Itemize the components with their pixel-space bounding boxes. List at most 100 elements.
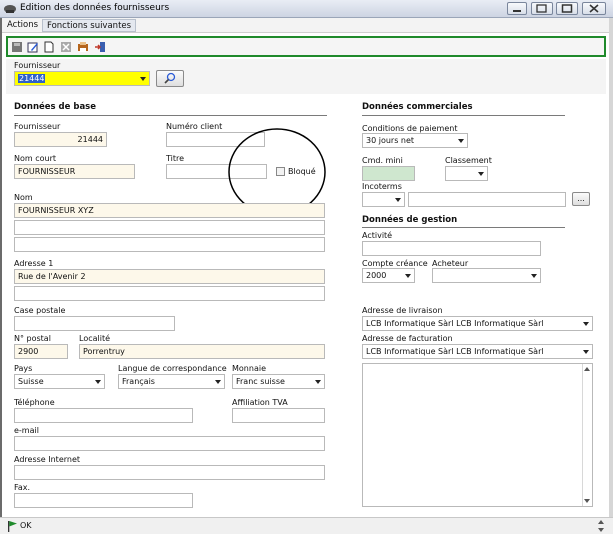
adresse2-field[interactable] [14, 286, 325, 301]
status-bar: OK [0, 517, 613, 534]
monnaie-value: Franc suisse [236, 377, 285, 386]
acheteur-label: Acheteur [432, 259, 469, 268]
save-icon[interactable] [11, 41, 23, 53]
cmd-mini-label: Cmd. mini [362, 156, 403, 165]
facturation-label: Adresse de facturation [362, 334, 453, 343]
tva-field[interactable] [232, 408, 325, 423]
classement-label: Classement [445, 156, 492, 165]
supplier-search-button[interactable] [156, 70, 184, 87]
telephone-field[interactable] [14, 408, 193, 423]
activite-label: Activité [362, 231, 393, 240]
chevron-down-icon [405, 274, 411, 278]
monnaie-label: Monnaie [232, 364, 266, 373]
fax-label: Fax. [14, 483, 31, 492]
supplier-selector-combo[interactable]: 21444 [14, 71, 150, 86]
chevron-down-icon [531, 274, 537, 278]
menu-bar: Actions Fonctions suivantes [0, 18, 613, 33]
monnaie-combo[interactable]: Franc suisse [232, 374, 325, 389]
menu-fonctions-suivantes[interactable]: Fonctions suivantes [42, 19, 137, 32]
delete-icon[interactable] [60, 41, 72, 53]
close-icon [589, 4, 599, 13]
telephone-label: Téléphone [14, 398, 55, 407]
classement-combo[interactable] [445, 166, 488, 181]
spin-down-icon[interactable] [598, 528, 604, 532]
minimize-button[interactable] [507, 2, 527, 15]
acheteur-combo[interactable] [432, 268, 541, 283]
livraison-combo[interactable]: LCB Informatique Sàrl LCB Informatique S… [362, 316, 593, 331]
close-button[interactable] [582, 2, 606, 15]
conditions-combo[interactable]: 30 jours net [362, 133, 468, 148]
langue-value: Français [122, 377, 155, 386]
window-title: Edition des données fournisseurs [20, 3, 170, 13]
notes-textarea[interactable] [362, 363, 593, 507]
chevron-down-icon [583, 322, 589, 326]
compte-creance-value: 2000 [366, 271, 387, 280]
restore-icon [536, 4, 547, 13]
pays-combo[interactable]: Suisse [14, 374, 105, 389]
section-title-donnees-commerciales: Données commerciales [362, 102, 473, 112]
numero-client-label: Numéro client [166, 122, 223, 131]
compte-creance-label: Compte créance [362, 259, 428, 268]
localite-field[interactable]: Porrentruy [79, 344, 325, 359]
status-text: OK [20, 521, 32, 530]
print-icon[interactable] [77, 41, 89, 53]
fax-field[interactable] [14, 493, 193, 508]
status-spinner[interactable] [596, 519, 606, 533]
pays-value: Suisse [18, 377, 44, 386]
incoterms-browse-button[interactable]: ... [572, 192, 590, 206]
supplier-selector-label: Fournisseur [14, 61, 61, 70]
activite-field[interactable] [362, 241, 541, 256]
compte-creance-combo[interactable]: 2000 [362, 268, 415, 283]
search-icon [164, 72, 176, 84]
restore-button[interactable] [531, 2, 553, 15]
nom-court-field[interactable]: FOURNISSEUR [14, 164, 135, 179]
section-divider [14, 115, 327, 116]
nom-field-2[interactable] [14, 220, 325, 235]
internet-field[interactable] [14, 465, 325, 480]
maximize-button[interactable] [556, 2, 578, 15]
fournisseur-number-field[interactable]: 21444 [14, 132, 107, 147]
incoterms-detail-field[interactable] [408, 192, 566, 207]
nom-court-label: Nom court [14, 154, 57, 163]
langue-label: Langue de correspondance [118, 364, 227, 373]
email-field[interactable] [14, 436, 325, 451]
nom-field-1[interactable]: FOURNISSEUR XYZ [14, 203, 325, 218]
fournisseur-label: Fournisseur [14, 122, 61, 131]
case-postale-field[interactable] [14, 316, 175, 331]
pays-label: Pays [14, 364, 33, 373]
spin-up-icon[interactable] [598, 520, 604, 524]
title-bar: Edition des données fournisseurs [0, 0, 613, 18]
nom-label: Nom [14, 193, 33, 202]
chevron-down-icon [395, 198, 401, 202]
cmd-mini-field[interactable] [362, 166, 415, 181]
npa-field[interactable]: 2900 [14, 344, 68, 359]
adresse1-field[interactable]: Rue de l'Avenir 2 [14, 269, 325, 284]
scroll-down-icon[interactable] [584, 499, 590, 503]
notes-scrollbar[interactable] [582, 364, 592, 506]
tva-label: Affiliation TVA [232, 398, 288, 407]
facturation-combo[interactable]: LCB Informatique Sàrl LCB Informatique S… [362, 344, 593, 359]
window-border-left [0, 18, 2, 517]
minimize-icon [513, 9, 521, 12]
scroll-up-icon[interactable] [584, 367, 590, 371]
supplier-selector-value: 21444 [18, 74, 46, 83]
exit-icon[interactable] [94, 41, 106, 53]
incoterms-combo[interactable] [362, 192, 405, 207]
chevron-down-icon [95, 380, 101, 384]
facturation-value: LCB Informatique Sàrl LCB Informatique S… [366, 347, 544, 356]
incoterms-label: Incoterms [362, 182, 402, 191]
nom-field-3[interactable] [14, 237, 325, 252]
toolbar [6, 36, 606, 57]
edit-icon[interactable] [27, 41, 39, 53]
livraison-value: LCB Informatique Sàrl LCB Informatique S… [366, 319, 544, 328]
new-document-icon[interactable] [43, 41, 55, 53]
langue-combo[interactable]: Français [118, 374, 225, 389]
case-postale-label: Case postale [14, 306, 66, 315]
window-border-right [609, 18, 613, 517]
section-divider [362, 115, 565, 116]
chevron-down-icon [583, 350, 589, 354]
email-label: e-mail [14, 426, 39, 435]
internet-label: Adresse Internet [14, 455, 81, 464]
menu-actions[interactable]: Actions [3, 19, 42, 32]
chevron-down-icon [458, 139, 464, 143]
